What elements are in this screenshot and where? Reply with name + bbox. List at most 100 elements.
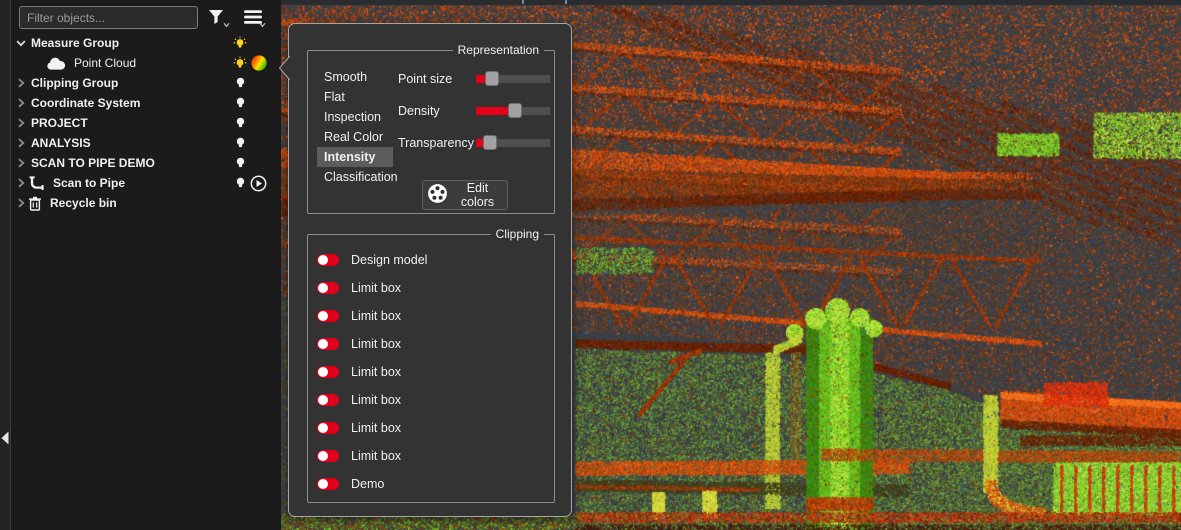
- toggle-switch-limit-box[interactable]: [317, 450, 339, 462]
- slider-track-density[interactable]: [476, 107, 550, 115]
- slider-label: Transparency: [398, 136, 474, 150]
- sidebar-collapse-handle[interactable]: [0, 0, 11, 530]
- chevron-right-icon[interactable]: [14, 157, 27, 170]
- toggle-label: Limit box: [351, 281, 401, 295]
- colormap-icon[interactable]: [250, 55, 267, 71]
- tree-item-label: Measure Group: [31, 36, 119, 50]
- toggle-switch-limit-box[interactable]: [317, 310, 339, 322]
- clipping-row: Limit box: [317, 414, 547, 442]
- slider-track-point-size[interactable]: [476, 75, 550, 83]
- clipping-row: Limit box: [317, 302, 547, 330]
- edit-colors-label: Edit colors: [452, 181, 503, 209]
- tree-item-point-cloud[interactable]: Point Cloud: [11, 53, 281, 73]
- tree-item-clipping-group[interactable]: Clipping Group: [11, 73, 281, 93]
- chevron-right-icon[interactable]: [14, 117, 27, 130]
- tree-item-analysis[interactable]: ANALYSIS: [11, 133, 281, 153]
- toggle-switch-limit-box[interactable]: [317, 366, 339, 378]
- popover-notch: [278, 55, 291, 86]
- tree-item-label: Point Cloud: [74, 56, 136, 70]
- slider-fill: [476, 107, 511, 115]
- tree-item-coordinate-system[interactable]: Coordinate System: [11, 93, 281, 113]
- toggle-knob: [318, 255, 328, 265]
- slider-track-transparency[interactable]: [476, 139, 550, 147]
- toggle-knob: [318, 311, 328, 321]
- group-title: Representation: [453, 43, 544, 57]
- object-tree-sidebar: Measure Group Point Cloud Clipping Group Co…: [0, 0, 281, 530]
- point-cloud-settings-popover: Representation SmoothFlatInspectionReal …: [288, 23, 572, 517]
- slider-row: Transparency: [308, 135, 554, 151]
- chevron-right-icon[interactable]: [14, 77, 27, 90]
- mode-item-classification[interactable]: Classification: [317, 167, 393, 187]
- toggle-switch-demo[interactable]: [317, 478, 339, 490]
- cloud-icon: [46, 57, 66, 70]
- representation-group: Representation SmoothFlatInspectionReal …: [307, 50, 555, 214]
- bulb-off-icon[interactable]: [233, 156, 247, 170]
- collapse-left-icon: [1, 431, 9, 450]
- toggle-knob: [318, 367, 328, 377]
- chevron-right-icon[interactable]: [14, 197, 27, 210]
- group-title: Clipping: [491, 227, 544, 241]
- tree-item-label: Scan to Pipe: [53, 176, 125, 190]
- tree-item-label: Coordinate System: [31, 96, 140, 110]
- bulb-off-icon[interactable]: [233, 96, 247, 110]
- toggle-label: Limit box: [351, 421, 401, 435]
- slider-handle[interactable]: [508, 103, 522, 118]
- clipping-row: Limit box: [317, 274, 547, 302]
- slider-handle[interactable]: [485, 71, 499, 86]
- clipping-row: Demo: [317, 470, 547, 498]
- chevron-right-icon[interactable]: [14, 97, 27, 110]
- toggle-label: Limit box: [351, 309, 401, 323]
- slider-label: Density: [398, 104, 440, 118]
- clipping-toggle-list: Design model Limit box Limit box Limit box L…: [317, 246, 547, 498]
- play-icon[interactable]: [250, 175, 267, 192]
- tree-item-scan-to-pipe[interactable]: Scan to Pipe: [11, 173, 281, 193]
- slider-handle[interactable]: [483, 135, 497, 150]
- bulb-off-icon[interactable]: [233, 76, 247, 90]
- toggle-label: Limit box: [351, 449, 401, 463]
- object-tree: Measure Group Point Cloud Clipping Group Co…: [11, 33, 281, 213]
- tree-item-label: Recycle bin: [50, 196, 117, 210]
- chevron-spacer: [14, 57, 27, 70]
- toggle-knob: [318, 423, 328, 433]
- clipping-group: Clipping Design modelLimit boxLimit boxL…: [307, 234, 555, 503]
- tree-item-project[interactable]: PROJECT: [11, 113, 281, 133]
- toggle-switch-limit-box[interactable]: [317, 394, 339, 406]
- edit-colors-button[interactable]: Edit colors: [422, 180, 508, 210]
- bulb-off-icon[interactable]: [233, 116, 247, 130]
- bulb-off-icon[interactable]: [233, 136, 247, 150]
- chevron-right-icon[interactable]: [14, 137, 27, 150]
- tree-item-label: ANALYSIS: [31, 136, 91, 150]
- clipping-row: Limit box: [317, 442, 547, 470]
- menu-button[interactable]: [240, 7, 266, 29]
- toggle-switch-limit-box[interactable]: [317, 338, 339, 350]
- slider-row: Point size: [308, 71, 554, 87]
- toggle-label: Limit box: [351, 365, 401, 379]
- toggle-knob: [318, 339, 328, 349]
- toolbar-remnant-mark: [565, 0, 567, 4]
- toggle-label: Demo: [351, 477, 384, 491]
- toggle-switch-design-model[interactable]: [317, 254, 339, 266]
- toggle-switch-limit-box[interactable]: [317, 422, 339, 434]
- toggle-knob: [318, 283, 328, 293]
- chevron-right-icon[interactable]: [14, 177, 27, 190]
- application-window: Measure Group Point Cloud Clipping Group Co…: [0, 0, 1181, 530]
- palette-icon: [427, 183, 448, 207]
- toggle-switch-limit-box[interactable]: [317, 282, 339, 294]
- tree-item-scan-to-pipe-demo[interactable]: SCAN TO PIPE DEMO: [11, 153, 281, 173]
- bulb-on-icon[interactable]: [233, 36, 247, 51]
- toggle-knob: [318, 395, 328, 405]
- clipping-row: Design model: [317, 246, 547, 274]
- tree-item-recycle-bin[interactable]: Recycle bin: [11, 193, 281, 213]
- tree-item-measure-group[interactable]: Measure Group: [11, 33, 281, 53]
- chevron-down-icon[interactable]: [14, 37, 27, 50]
- toggle-label: Limit box: [351, 393, 401, 407]
- filter-button[interactable]: [204, 7, 230, 29]
- bulb-off-icon[interactable]: [233, 176, 247, 190]
- slider-label: Point size: [398, 72, 452, 86]
- pipe-icon: [28, 176, 45, 191]
- bulb-on-icon[interactable]: [233, 56, 247, 71]
- trash-icon: [28, 196, 42, 211]
- toolbar-edge-strip: [281, 0, 1181, 5]
- toggle-knob: [318, 451, 328, 461]
- filter-input[interactable]: [19, 6, 198, 29]
